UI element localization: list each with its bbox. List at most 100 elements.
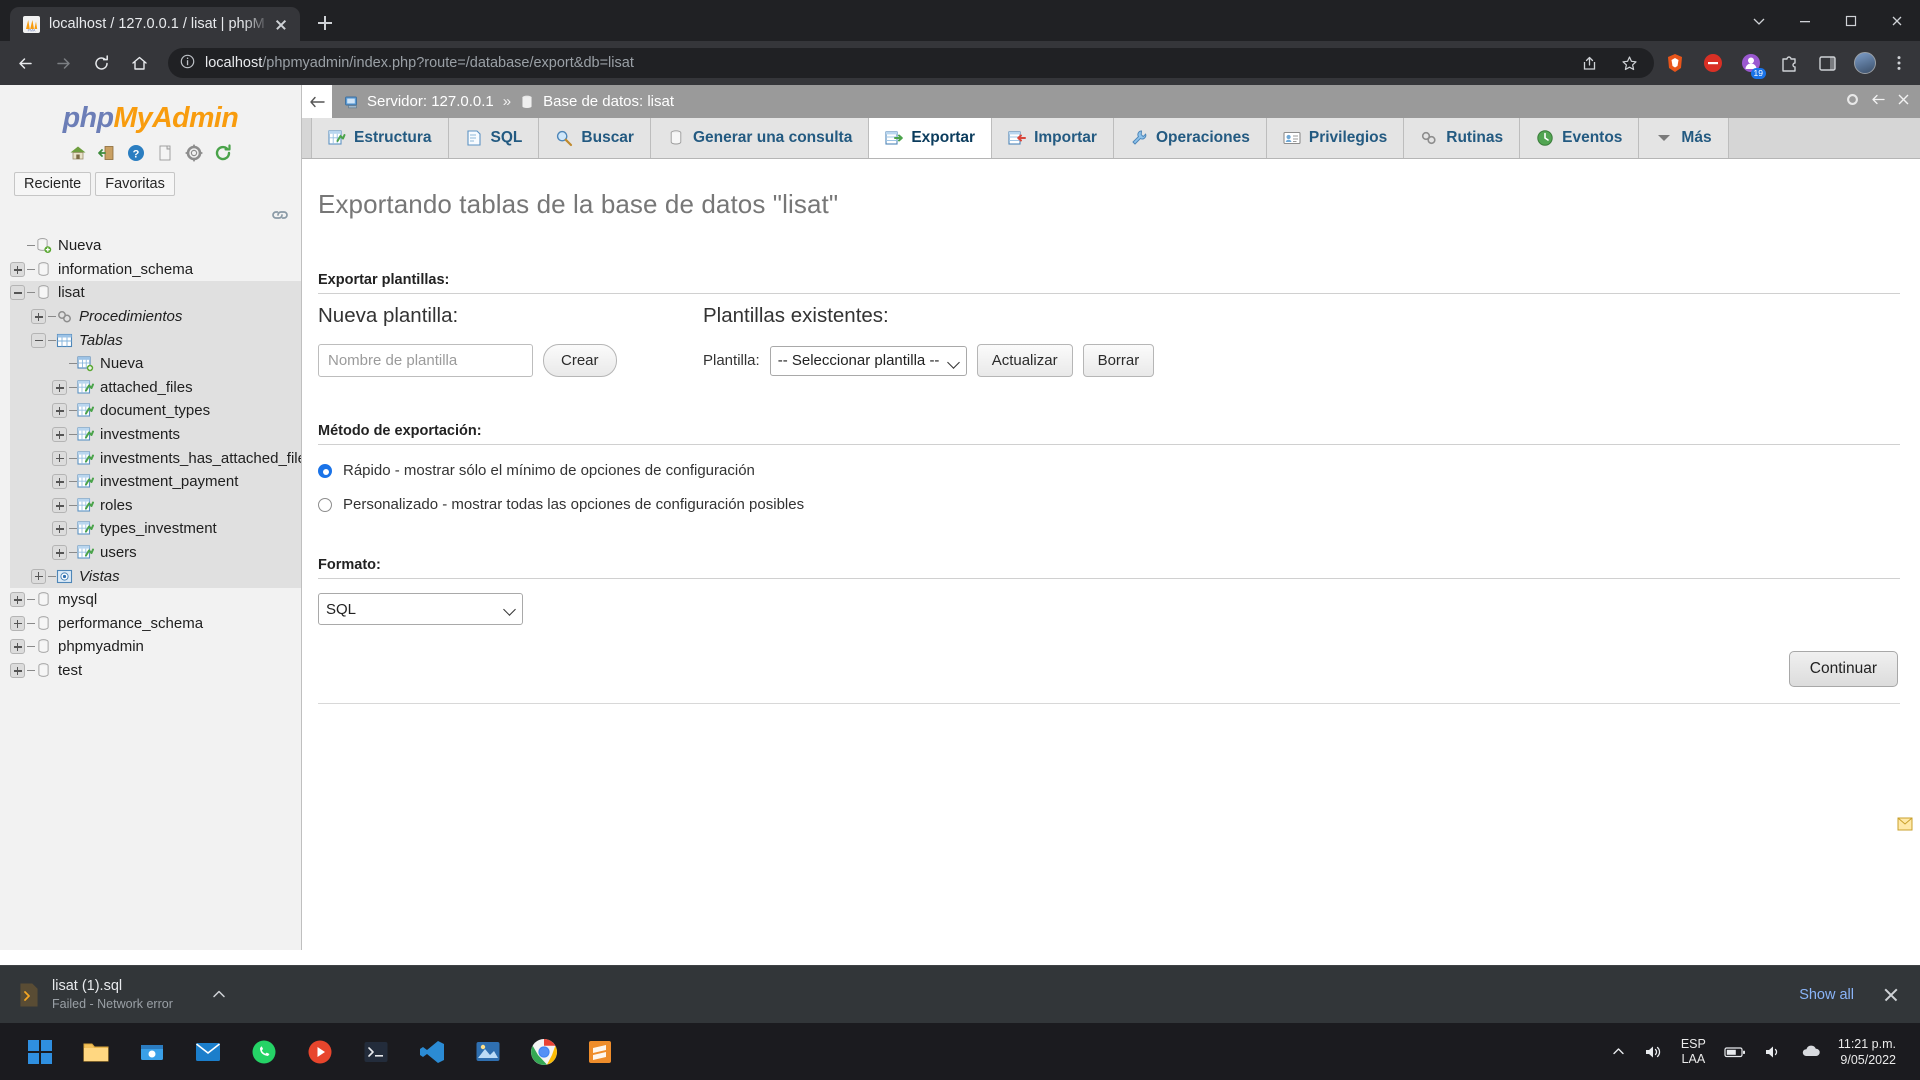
photos-icon[interactable] <box>460 1023 516 1080</box>
close-icon[interactable] <box>1880 984 1902 1006</box>
tab-favoritas[interactable]: Favoritas <box>95 172 175 196</box>
tree-node-test[interactable]: test <box>10 659 301 683</box>
tab-eventos[interactable]: Eventos <box>1520 118 1640 158</box>
back-button[interactable] <box>8 46 42 80</box>
radio-button[interactable] <box>318 497 332 512</box>
site-info-icon[interactable] <box>180 54 195 73</box>
tree-node-roles[interactable]: roles <box>10 493 301 518</box>
expand-icon[interactable] <box>52 403 67 419</box>
onedrive-icon[interactable] <box>1792 1023 1832 1080</box>
expand-icon[interactable] <box>52 379 67 395</box>
expand-icon[interactable] <box>10 639 25 655</box>
tree-node-procedimientos[interactable]: Procedimientos <box>10 304 301 329</box>
chrome-icon[interactable] <box>516 1023 572 1080</box>
windows-start-icon[interactable] <box>12 1023 68 1080</box>
file-explorer-icon[interactable] <box>68 1023 124 1080</box>
tab-estructura[interactable]: Estructura <box>311 118 449 158</box>
method-option-personalizado[interactable]: Personalizado - mostrar todas las opcion… <box>318 496 1920 513</box>
puzzle-extensions-icon[interactable] <box>1776 50 1802 76</box>
address-bar[interactable]: localhost/phpmyadmin/index.php?route=/da… <box>168 48 1654 78</box>
profile-ext-icon[interactable]: 19 <box>1738 50 1766 79</box>
volume-icon[interactable] <box>1635 1023 1672 1080</box>
logout-icon[interactable] <box>97 143 117 163</box>
tab-rutinas[interactable]: Rutinas <box>1404 118 1521 158</box>
bookmark-star-icon[interactable] <box>1616 50 1642 76</box>
menu-kebab-icon[interactable] <box>1886 50 1912 76</box>
tab-m-s[interactable]: Más <box>1639 118 1729 158</box>
template-name-input[interactable] <box>318 344 533 377</box>
media-player-icon[interactable] <box>292 1023 348 1080</box>
tree-node-phpmyadmin[interactable]: phpmyadmin <box>10 635 301 659</box>
settings-gear-icon[interactable] <box>1845 92 1860 111</box>
back-arrow-icon[interactable] <box>302 85 332 118</box>
reload-button[interactable] <box>84 46 118 80</box>
battery-icon[interactable] <box>1715 1023 1755 1080</box>
settings-gear-icon[interactable] <box>184 143 204 163</box>
expand-icon[interactable] <box>52 450 67 466</box>
download-item[interactable]: lisat (1).sql Failed - Network error <box>18 978 231 1011</box>
reload-icon[interactable] <box>213 143 233 163</box>
chrome-menu-caret-icon[interactable] <box>1736 0 1782 41</box>
tree-node-attached-files[interactable]: attached_files <box>10 375 301 400</box>
vscode-icon[interactable] <box>404 1023 460 1080</box>
network-icon[interactable] <box>1755 1023 1792 1080</box>
new-tab-button[interactable] <box>310 8 340 38</box>
store-icon[interactable] <box>124 1023 180 1080</box>
expand-icon[interactable] <box>52 474 67 490</box>
tree-node-tablas[interactable]: Tablas <box>10 328 301 352</box>
share-icon[interactable] <box>1576 50 1602 76</box>
tree-node-investments-has-attached-files[interactable]: investments_has_attached_files <box>10 446 301 470</box>
breadcrumb-database[interactable]: Base de datos: lisat <box>543 93 674 110</box>
expand-icon[interactable] <box>10 662 25 678</box>
tab-importar[interactable]: Importar <box>992 118 1114 158</box>
show-hidden-icons-icon[interactable] <box>1602 1023 1635 1080</box>
tab-reciente[interactable]: Reciente <box>14 172 92 196</box>
tree-node-investment-payment[interactable]: investment_payment <box>10 469 301 494</box>
expand-icon[interactable] <box>31 568 46 584</box>
avatar-icon[interactable] <box>1852 50 1878 76</box>
sidepanel-icon[interactable] <box>1814 50 1840 76</box>
create-template-button[interactable]: Crear <box>543 344 617 377</box>
adblock-icon[interactable] <box>1700 50 1726 76</box>
close-icon[interactable] <box>1897 93 1910 110</box>
tab-operaciones[interactable]: Operaciones <box>1113 118 1267 158</box>
delete-template-button[interactable]: Borrar <box>1082 344 1155 377</box>
home-button[interactable] <box>122 46 156 80</box>
expand-icon[interactable] <box>31 309 46 325</box>
expand-icon[interactable] <box>52 427 67 443</box>
tab-sql[interactable]: SQL <box>448 118 540 158</box>
tree-node-nueva[interactable]: Nueva <box>10 234 301 258</box>
home-icon[interactable] <box>68 143 88 163</box>
expand-icon[interactable] <box>10 261 25 277</box>
tree-node-lisat[interactable]: lisat <box>10 281 301 305</box>
browser-tab[interactable]: PMA localhost / 127.0.0.1 / lisat | phpM <box>10 7 300 41</box>
terminal-icon[interactable] <box>348 1023 404 1080</box>
show-all-downloads-link[interactable]: Show all <box>1799 987 1854 1003</box>
taskbar-clock[interactable]: 11:21 p.m. 9/05/2022 <box>1832 1036 1910 1068</box>
tree-node-users[interactable]: users <box>10 540 301 565</box>
tree-node-nueva[interactable]: Nueva <box>10 351 301 376</box>
collapse-icon[interactable] <box>31 332 46 348</box>
tree-node-mysql[interactable]: mysql <box>10 588 301 612</box>
minimize-icon[interactable] <box>1782 0 1828 41</box>
help-docs-icon[interactable]: ? <box>126 143 146 163</box>
sublime-text-icon[interactable] <box>572 1023 628 1080</box>
chevron-up-icon[interactable] <box>209 984 231 1006</box>
mail-icon[interactable] <box>180 1023 236 1080</box>
expand-icon[interactable] <box>10 615 25 631</box>
brave-icon[interactable] <box>1662 50 1688 76</box>
language-indicator[interactable]: ESP LAA <box>1672 1023 1715 1080</box>
method-option-rapido[interactable]: Rápido - mostrar sólo el mínimo de opcio… <box>318 462 1920 479</box>
tree-node-document-types[interactable]: document_types <box>10 399 301 423</box>
tree-node-investments[interactable]: investments <box>10 422 301 447</box>
phpmyadmin-logo[interactable]: phpMyAdmin <box>0 85 301 139</box>
export-note-icon[interactable] <box>1897 817 1913 832</box>
expand-icon[interactable] <box>52 545 67 561</box>
tree-node-types-investment[interactable]: types_investment <box>10 517 301 541</box>
tree-node-performance-schema[interactable]: performance_schema <box>10 612 301 636</box>
forward-button[interactable] <box>46 46 80 80</box>
tab-close-icon[interactable] <box>270 13 292 35</box>
tab-privilegios[interactable]: Privilegios <box>1266 118 1405 158</box>
expand-icon[interactable] <box>10 592 25 608</box>
tab-buscar[interactable]: Buscar <box>539 118 651 158</box>
